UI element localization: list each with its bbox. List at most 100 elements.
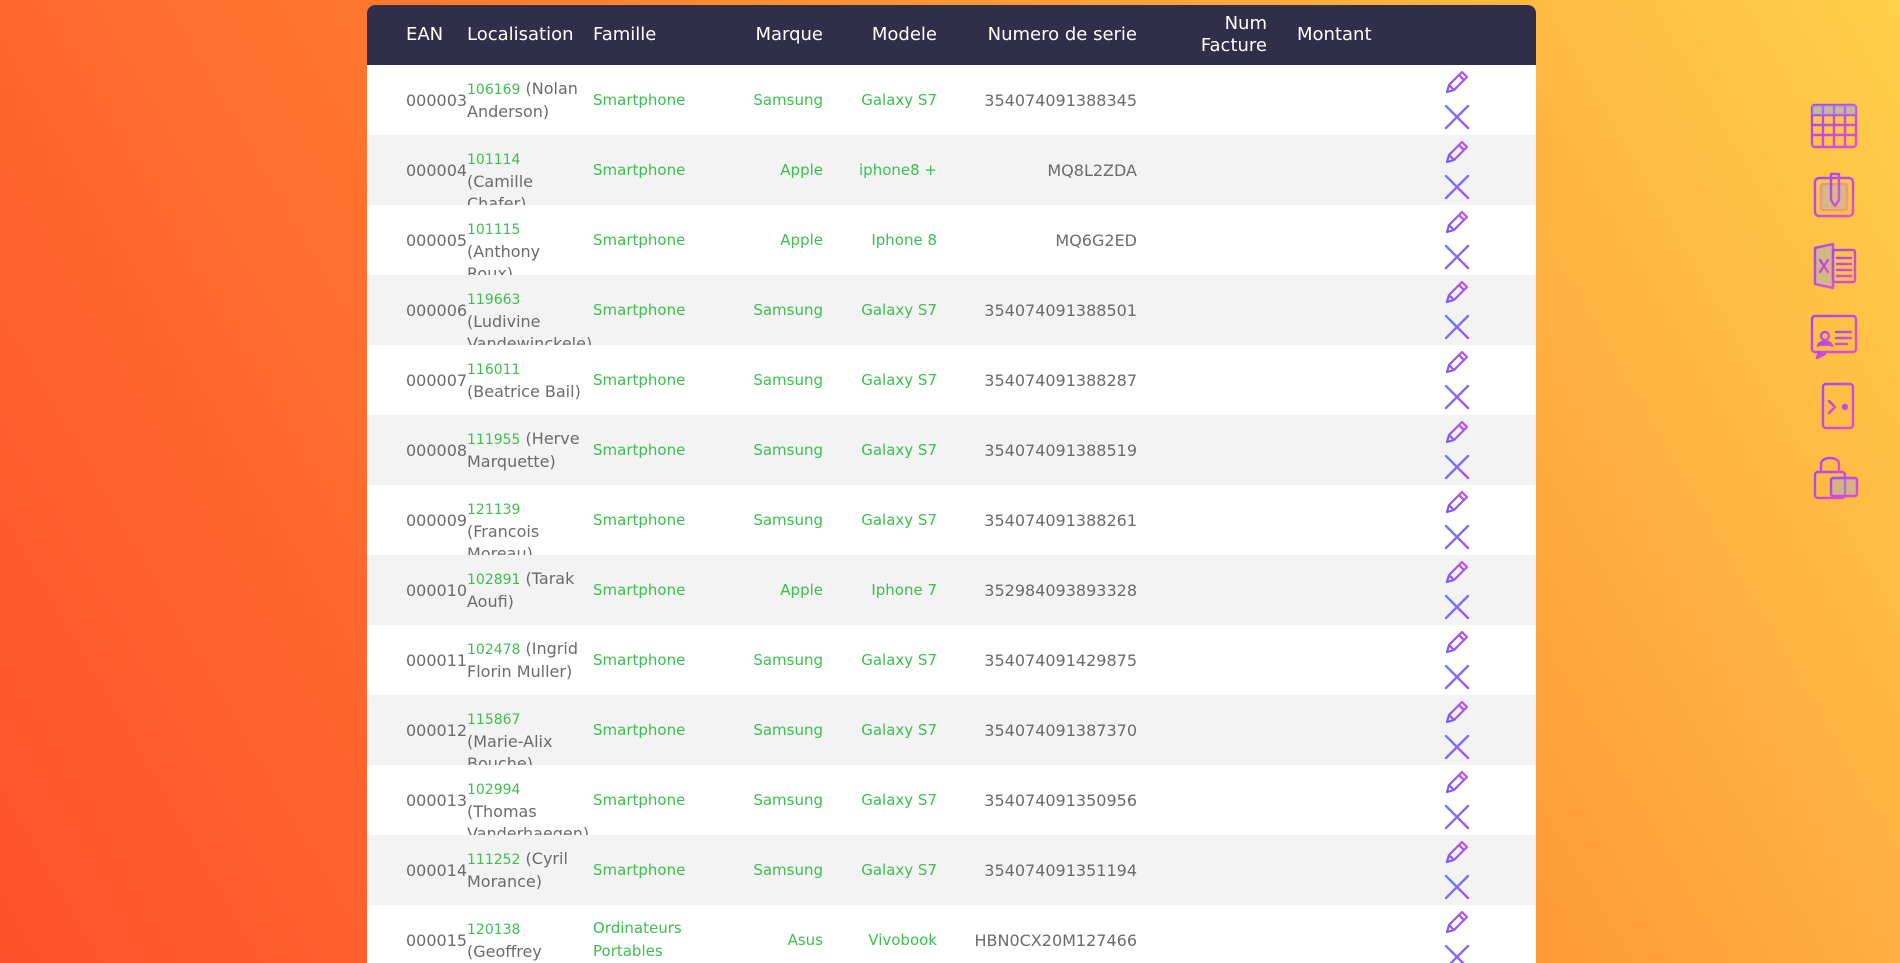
localisation-link[interactable]: 111955: [467, 432, 520, 448]
header-modele[interactable]: Modele: [827, 5, 937, 65]
header-montant[interactable]: Montant: [1297, 5, 1372, 65]
close-icon[interactable]: [1443, 243, 1471, 271]
clipboard-edit-icon[interactable]: [1808, 170, 1860, 222]
cell-num-facture: [1187, 555, 1267, 625]
cell-famille: Smartphone: [593, 370, 686, 389]
cell-localisation: 111252 (Cyril Morance): [467, 835, 582, 905]
table-row: 000015120138 (Geoffrey Wood) Ordinateurs …: [367, 905, 1536, 963]
localisation-link[interactable]: 119663: [467, 292, 520, 308]
pencil-icon[interactable]: [1443, 558, 1471, 586]
header-numero-serie[interactable]: Numero de serie: [947, 5, 1137, 65]
localisation-link[interactable]: 121139: [467, 502, 520, 518]
header-localisation[interactable]: Localisation: [467, 5, 574, 65]
cell-num-facture: [1187, 135, 1267, 205]
table-row: 000011 102478 (Ingrid Florin Muller) Smart…: [367, 625, 1536, 695]
cell-famille: Smartphone: [593, 720, 686, 739]
pencil-icon[interactable]: [1443, 698, 1471, 726]
table-row: 000012 115867 (Marie-Alix Bouche) Smartpho…: [367, 695, 1536, 773]
cell-famille: Smartphone: [593, 650, 686, 669]
cell-ean: 000007: [406, 370, 468, 390]
localisation-link[interactable]: 106169: [467, 82, 520, 98]
localisation-link[interactable]: 102891: [467, 572, 520, 588]
cell-localisation: 115867 (Marie-Alix Bouche): [467, 695, 582, 773]
close-icon[interactable]: [1443, 593, 1471, 621]
cell-marque: Apple: [780, 581, 823, 599]
cell-marque: Apple: [780, 231, 823, 249]
cell-famille: Smartphone: [593, 300, 686, 319]
equipment-table: EAN Localisation Famille Marque Modele N…: [367, 5, 1536, 963]
cell-numero-serie: 354074091388261: [984, 510, 1137, 530]
pencil-icon[interactable]: [1443, 348, 1471, 376]
cell-num-facture: [1187, 695, 1267, 765]
cell-ean: 000014: [406, 860, 468, 880]
cell-marque: Samsung: [753, 861, 823, 879]
cell-num-facture: [1187, 65, 1267, 135]
row-actions: [1441, 345, 1473, 415]
localisation-link[interactable]: 111252: [467, 852, 520, 868]
close-icon[interactable]: [1443, 453, 1471, 481]
pencil-icon[interactable]: [1443, 68, 1471, 96]
close-icon[interactable]: [1443, 103, 1471, 131]
row-actions: [1441, 205, 1473, 275]
cell-marque: Samsung: [753, 441, 823, 459]
cell-famille: Smartphone: [593, 860, 686, 879]
cell-numero-serie: 354074091388287: [984, 370, 1137, 390]
cell-marque: Samsung: [753, 651, 823, 669]
cell-localisation: 120138 (Geoffrey Wood): [467, 905, 582, 963]
header-marque[interactable]: Marque: [717, 5, 823, 65]
cell-localisation: 101114 (Camille Chafer): [467, 135, 582, 213]
cell-ean: 000013: [406, 790, 468, 810]
localisation-link[interactable]: 120138: [467, 922, 520, 938]
pencil-icon[interactable]: [1443, 768, 1471, 796]
pencil-icon[interactable]: [1443, 138, 1471, 166]
localisation-link[interactable]: 101114: [467, 152, 520, 168]
localisation-link[interactable]: 116011: [467, 362, 520, 378]
cell-numero-serie: 354074091350956: [984, 790, 1137, 810]
cell-ean: 000006: [406, 300, 468, 320]
grid-table-icon[interactable]: [1808, 100, 1860, 152]
pencil-icon[interactable]: [1443, 628, 1471, 656]
pencil-icon[interactable]: [1443, 278, 1471, 306]
close-icon[interactable]: [1443, 733, 1471, 761]
logout-door-icon[interactable]: [1808, 380, 1860, 432]
cell-marque: Apple: [780, 161, 823, 179]
close-icon[interactable]: [1443, 663, 1471, 691]
pencil-icon[interactable]: [1443, 488, 1471, 516]
cell-ean: 000012: [406, 720, 468, 740]
close-icon[interactable]: [1443, 383, 1471, 411]
header-ean[interactable]: EAN: [406, 5, 443, 65]
header-famille[interactable]: Famille: [593, 5, 656, 65]
close-icon[interactable]: [1443, 873, 1471, 901]
pencil-icon[interactable]: [1443, 838, 1471, 866]
close-icon[interactable]: [1443, 523, 1471, 551]
pencil-icon[interactable]: [1443, 208, 1471, 236]
cell-modele: Galaxy S7: [861, 721, 937, 739]
close-icon[interactable]: [1443, 313, 1471, 341]
user-card-icon[interactable]: [1808, 310, 1860, 362]
lock-card-icon[interactable]: [1808, 450, 1860, 502]
close-icon[interactable]: [1443, 803, 1471, 831]
cell-numero-serie: 354074091388501: [984, 300, 1137, 320]
localisation-link[interactable]: 102994: [467, 782, 520, 798]
excel-document-icon[interactable]: [1808, 240, 1860, 292]
localisation-link[interactable]: 101115: [467, 222, 520, 238]
table-header: EAN Localisation Famille Marque Modele N…: [367, 5, 1536, 65]
header-num-facture[interactable]: Num Facture: [1187, 5, 1267, 65]
close-icon[interactable]: [1443, 173, 1471, 201]
cell-localisation: 121139 (Francois Moreau): [467, 485, 582, 563]
table-row: 000007 116011 (Beatrice Bail) Smartphone Sa…: [367, 345, 1536, 415]
cell-ean: 000015: [406, 930, 468, 950]
cell-modele: Iphone 7: [871, 581, 937, 599]
cell-modele: Galaxy S7: [861, 791, 937, 809]
close-icon[interactable]: [1443, 943, 1471, 963]
cell-famille: Smartphone: [593, 230, 686, 249]
cell-num-facture: [1187, 345, 1267, 415]
localisation-link[interactable]: 102478: [467, 642, 520, 658]
cell-numero-serie: HBN0CX20M127466: [974, 930, 1137, 950]
cell-famille: Smartphone: [593, 90, 686, 109]
cell-localisation: 106169 (Nolan Anderson): [467, 65, 582, 135]
pencil-icon[interactable]: [1443, 418, 1471, 446]
cell-modele: Galaxy S7: [861, 651, 937, 669]
localisation-link[interactable]: 115867: [467, 712, 520, 728]
pencil-icon[interactable]: [1443, 908, 1471, 936]
